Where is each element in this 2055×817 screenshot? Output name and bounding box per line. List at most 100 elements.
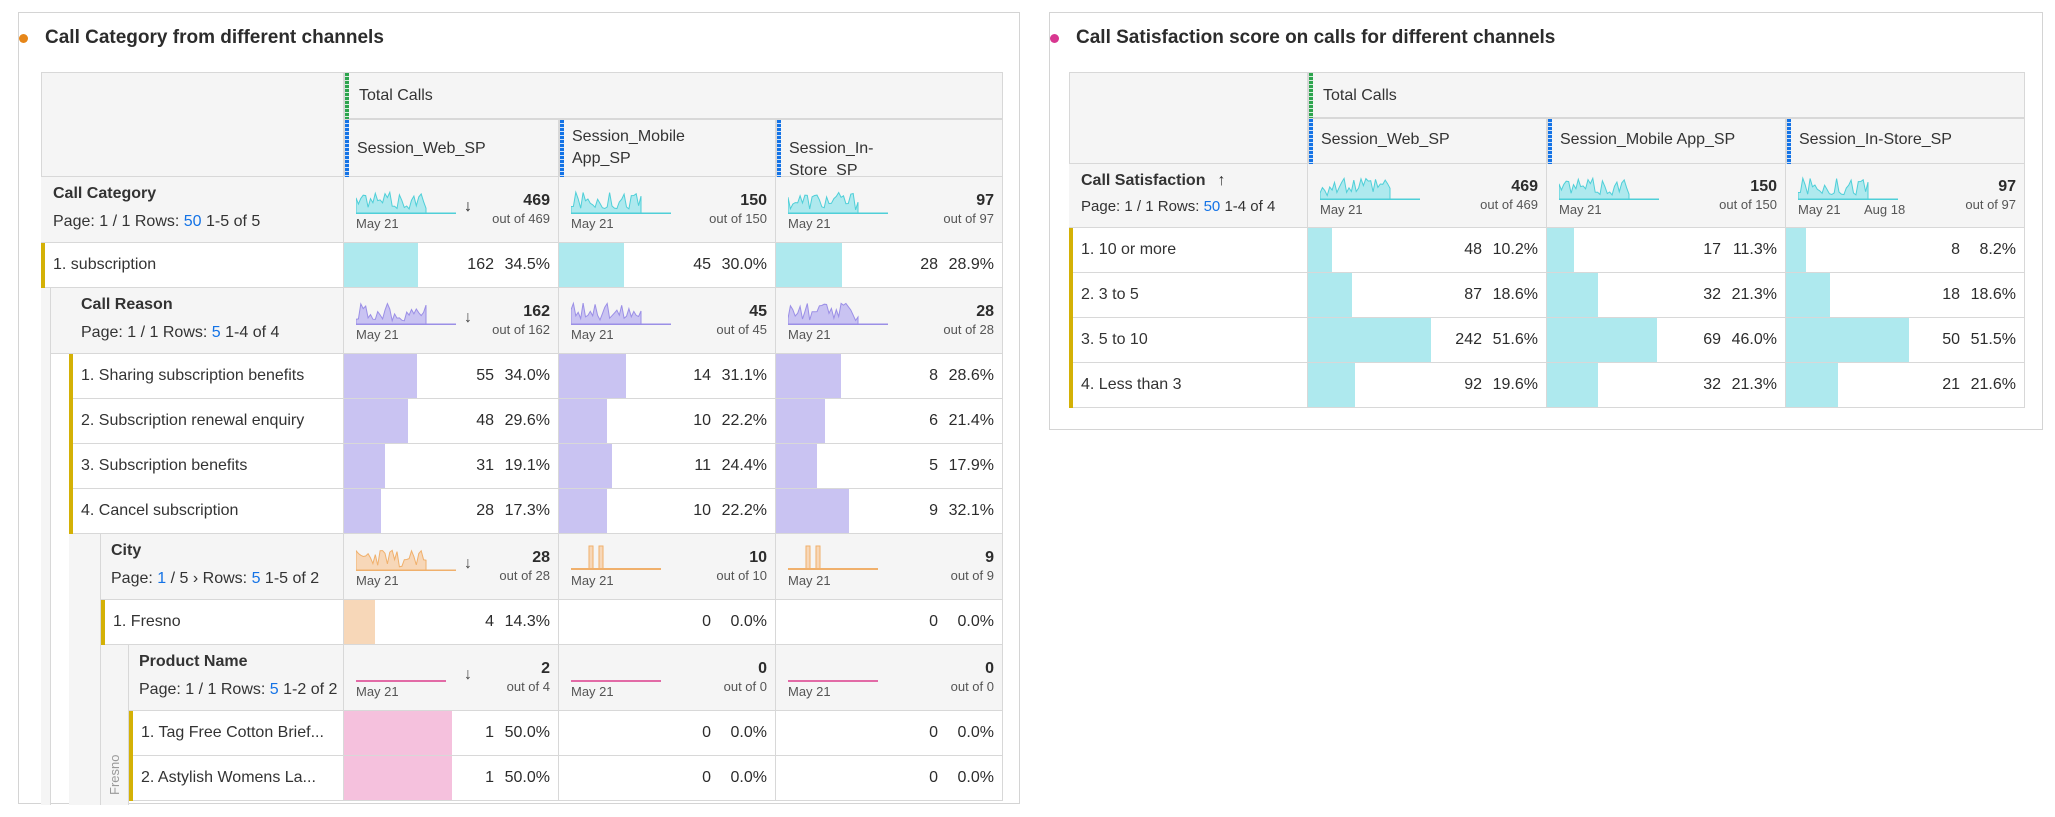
data-cell-1[interactable]: 24.4% 11: [559, 444, 776, 489]
metric-header[interactable]: Total Calls: [1308, 72, 2025, 118]
data-cell-2[interactable]: 51.5% 50: [1786, 318, 2025, 363]
data-cell-1[interactable]: 31.1% 14: [559, 354, 776, 399]
sort-arrow-down-icon[interactable]: ↓: [464, 309, 472, 327]
row-fresno[interactable]: 1. Fresno: [101, 600, 344, 645]
data-cell-2[interactable]: 17.9% 5: [776, 444, 1003, 489]
row-label[interactable]: 2. Subscription renewal enquiry: [81, 412, 304, 430]
cell-percent: 31.1%: [721, 366, 767, 384]
data-cell-0[interactable]: 17.3% 28: [344, 489, 559, 534]
row-label[interactable]: 1. Sharing subscription benefits: [81, 367, 304, 385]
data-cell-1[interactable]: 46.0% 69: [1547, 318, 1786, 363]
cell-percent: 0.0%: [957, 768, 994, 786]
data-cell-1[interactable]: 0.0% 0: [559, 600, 776, 645]
data-cell-0[interactable]: 50.0% 1: [344, 756, 559, 801]
column-header-0[interactable]: Session_Web_SP: [1308, 118, 1547, 164]
sort-arrow-down-icon[interactable]: ↓: [464, 555, 472, 573]
page-number[interactable]: 1: [157, 570, 166, 587]
rows-per-page-selector[interactable]: 5: [252, 570, 261, 587]
row-call-reason-3[interactable]: 3. Subscription benefits: [69, 444, 344, 489]
metric-header[interactable]: Total Calls: [344, 72, 1003, 119]
row-label[interactable]: 2. 3 to 5: [1081, 286, 1139, 304]
row-label[interactable]: 1. Fresno: [113, 613, 181, 631]
row-label[interactable]: 1. Tag Free Cotton Brief...: [141, 724, 324, 742]
data-cell-0[interactable]: 50.0% 1: [344, 711, 559, 756]
column-header-0[interactable]: Session_Web_SP: [344, 119, 559, 177]
data-cell-0[interactable]: 34.0% 55: [344, 354, 559, 399]
data-cell-0[interactable]: 51.6% 242: [1308, 318, 1547, 363]
row-label[interactable]: 1. subscription: [53, 256, 156, 274]
data-cell-0[interactable]: 10.2% 48: [1308, 228, 1547, 273]
row-satisfaction-1[interactable]: 1. 10 or more: [1069, 228, 1308, 273]
rows-per-page-selector[interactable]: 5: [212, 324, 221, 341]
data-cell-2[interactable]: 0.0% 0: [776, 600, 1003, 645]
row-satisfaction-3[interactable]: 3. 5 to 10: [1069, 318, 1308, 363]
range-text: 1-5 of 5: [206, 213, 261, 230]
data-cell-2[interactable]: 32.1% 9: [776, 489, 1003, 534]
dimension-title[interactable]: Call Reason: [81, 296, 173, 314]
data-cell-1[interactable]: 21.3% 32: [1547, 273, 1786, 318]
data-cell-1[interactable]: 22.2% 10: [559, 489, 776, 534]
row-label[interactable]: 4. Less than 3: [1081, 376, 1182, 394]
data-cell-2[interactable]: 8.2% 8: [1786, 228, 2025, 273]
column-header-2[interactable]: Session_In-Store_SP: [776, 119, 1003, 179]
data-cell-2[interactable]: 0.0% 0: [776, 711, 1003, 756]
column-header-2[interactable]: Session_In-Store_SP: [1786, 118, 2025, 164]
data-cell-2[interactable]: 18.6% 18: [1786, 273, 2025, 318]
row-call-reason-4[interactable]: 4. Cancel subscription: [69, 489, 344, 534]
rows-per-page-selector[interactable]: 50: [1204, 198, 1221, 215]
next-page-icon[interactable]: ›: [193, 570, 198, 587]
cell-count: 48: [476, 411, 494, 429]
dimension-title[interactable]: Product Name: [139, 653, 247, 671]
data-cell-2[interactable]: 21.6% 21: [1786, 363, 2025, 408]
row-label[interactable]: 1. 10 or more: [1081, 241, 1176, 259]
row-satisfaction-4[interactable]: 4. Less than 3: [1069, 363, 1308, 408]
row-label[interactable]: 3. 5 to 10: [1081, 331, 1148, 349]
cell-count: 6: [929, 411, 938, 429]
sparkline-1: [571, 190, 671, 214]
row-label[interactable]: 3. Subscription benefits: [81, 457, 247, 475]
data-cell-1[interactable]: 21.3% 32: [1547, 363, 1786, 408]
data-cell-0[interactable]: 29.6% 48: [344, 399, 559, 444]
rows-per-page-selector[interactable]: 5: [270, 681, 279, 698]
row-call-reason-2[interactable]: 2. Subscription renewal enquiry: [69, 399, 344, 444]
row-label[interactable]: 2. Astylish Womens La...: [141, 769, 316, 787]
sort-arrow-down-icon[interactable]: ↓: [464, 198, 472, 216]
row-satisfaction-2[interactable]: 2. 3 to 5: [1069, 273, 1308, 318]
spark-date-label: May 21: [356, 216, 399, 231]
data-cell-0[interactable]: 19.6% 92: [1308, 363, 1547, 408]
data-cell-1[interactable]: 11.3% 17: [1547, 228, 1786, 273]
row-product-1[interactable]: 1. Tag Free Cotton Brief...: [129, 711, 344, 756]
rows-per-page-selector[interactable]: 50: [184, 213, 202, 230]
sparkline-2: [788, 545, 878, 570]
cell-percent: 21.4%: [948, 411, 994, 429]
row-product-2[interactable]: 2. Astylish Womens La...: [129, 756, 344, 801]
data-cell-0[interactable]: 14.3% 4: [344, 600, 559, 645]
data-cell-1[interactable]: 30.0% 45: [559, 243, 776, 288]
dimension-title[interactable]: Call Category: [53, 185, 156, 203]
sort-arrow-up-icon[interactable]: ↑: [1217, 172, 1225, 189]
data-cell-1[interactable]: 0.0% 0: [559, 711, 776, 756]
sort-arrow-down-icon[interactable]: ↓: [464, 666, 472, 684]
column-header-1[interactable]: Session_Mobile App_SP: [1547, 118, 1786, 164]
dimension-title[interactable]: City: [111, 542, 141, 560]
row-indicator-bar: [69, 489, 73, 534]
total-out-of: out of 162: [492, 322, 550, 337]
row-label[interactable]: 4. Cancel subscription: [81, 502, 238, 520]
column-header-1[interactable]: Session_Mobile App_SP: [559, 119, 776, 177]
dimension-title[interactable]: Call Satisfaction ↑: [1081, 172, 1225, 190]
data-cell-1[interactable]: 0.0% 0: [559, 756, 776, 801]
summary-cell-2: May 21 97 out of 97: [776, 177, 1003, 243]
data-cell-0[interactable]: 18.6% 87: [1308, 273, 1547, 318]
cell-percent: 22.2%: [721, 501, 767, 519]
nest-indent-1: [41, 288, 51, 805]
range-text: 1-4 of 4: [1224, 198, 1276, 215]
data-cell-0[interactable]: 34.5% 162: [344, 243, 559, 288]
data-cell-0[interactable]: 19.1% 31: [344, 444, 559, 489]
data-cell-1[interactable]: 22.2% 10: [559, 399, 776, 444]
data-cell-2[interactable]: 0.0% 0: [776, 756, 1003, 801]
row-subscription[interactable]: 1. subscription: [41, 243, 344, 288]
data-cell-2[interactable]: 21.4% 6: [776, 399, 1003, 444]
data-cell-2[interactable]: 28.9% 28: [776, 243, 1003, 288]
row-call-reason-1[interactable]: 1. Sharing subscription benefits: [69, 354, 344, 399]
data-cell-2[interactable]: 28.6% 8: [776, 354, 1003, 399]
